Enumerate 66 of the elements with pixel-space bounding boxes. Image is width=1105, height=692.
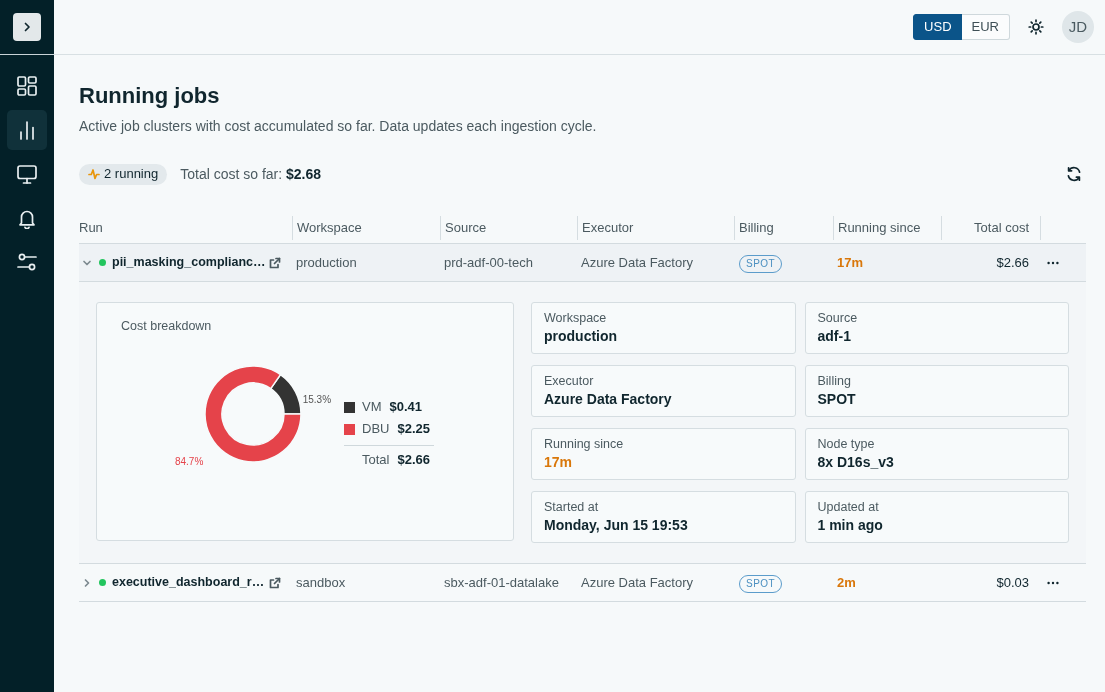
table-cell-text: sbx-adf-01-datalake	[443, 573, 560, 592]
total-value: $2.66	[397, 451, 430, 470]
column-header: Executor	[577, 215, 734, 240]
dashboard-icon	[16, 75, 38, 97]
running-count: 2 running	[104, 165, 159, 184]
table-cell-text: Azure Data Factory	[580, 253, 694, 272]
detail-value: Azure Data Factory	[544, 390, 673, 409]
legend-value: $0.41	[389, 398, 423, 417]
total-cost-text: Total cost so far: $2.68	[180, 164, 322, 184]
detail-label: Billing	[817, 374, 852, 389]
cost-value: $2.66	[995, 253, 1030, 272]
sidebar-toggle-button[interactable]	[13, 13, 41, 41]
detail-label: Updated at	[817, 500, 880, 515]
total-label: Total	[362, 451, 390, 470]
nav-button[interactable]	[7, 110, 47, 150]
currency-button[interactable]: EUR	[961, 14, 1010, 40]
detail-value: production	[544, 327, 619, 346]
percent-label: 15.3%	[302, 394, 332, 406]
legend-label: DBU	[362, 420, 390, 439]
detail-value: 17m	[544, 453, 574, 472]
table-row[interactable]: executive_dashboard_r… sandbox sbx-adf-01-datalake Azure Data Factory SPOT 2m $0.03	[79, 564, 1086, 602]
cost-value: $0.03	[995, 573, 1030, 592]
user-avatar[interactable]: JD	[1062, 11, 1094, 43]
external-link-icon[interactable]	[269, 256, 281, 269]
column-header: Total cost	[941, 215, 1040, 240]
chart-title: Cost breakdown	[121, 318, 213, 334]
page-subtitle: Active job clusters with cost accumulated so far. Data updates each ingestion cycle.	[79, 117, 598, 136]
monitor-icon	[16, 163, 38, 185]
currency-button[interactable]: USD	[913, 14, 963, 40]
column-header: Running since	[833, 215, 941, 240]
detail-value: adf-1	[817, 327, 852, 346]
run-name[interactable]: executive_dashboard_r…	[112, 573, 265, 592]
page-title: Running jobs	[79, 82, 221, 110]
column-header: Run	[79, 218, 104, 237]
detail-label: Node type	[817, 437, 876, 452]
detail-label: Running since	[544, 437, 625, 452]
chevron-right-icon	[82, 577, 92, 588]
detail-value: Monday, Jun 15 19:53	[544, 516, 689, 535]
column-header: Workspace	[292, 215, 440, 240]
detail-label: Workspace	[544, 311, 608, 326]
table-cell-text: sandbox	[295, 573, 347, 592]
table-cell-text: production	[295, 253, 358, 272]
detail-value: 1 min ago	[817, 516, 884, 535]
detail-label: Executor	[544, 374, 595, 389]
sliders-icon	[16, 251, 38, 273]
pulse-icon	[88, 168, 100, 180]
detail-value: SPOT	[817, 390, 857, 409]
column-header: Source	[440, 215, 577, 240]
legend-label: VM	[362, 398, 382, 417]
table-cell-text: Azure Data Factory	[580, 573, 694, 592]
more-icon	[1047, 260, 1059, 265]
more-icon	[1047, 580, 1059, 585]
table-cell-text: prd-adf-00-tech	[443, 253, 534, 272]
legend-value: $2.25	[397, 420, 430, 439]
detail-label: Source	[817, 311, 859, 326]
refresh-icon	[1066, 166, 1082, 182]
percent-label: 84.7%	[174, 455, 204, 467]
detail-value: 8x D16s_v3	[817, 453, 895, 472]
external-link-icon[interactable]	[269, 576, 281, 589]
run-name[interactable]: pii_masking_complianc…	[112, 253, 266, 272]
running-time: 17m	[836, 253, 865, 272]
column-header: Billing	[734, 215, 833, 240]
table-row[interactable]: pii_masking_complianc… production prd-adf-00-tech Azure Data Factory SPOT 17m $2.66	[79, 244, 1086, 282]
running-time: 2m	[836, 573, 857, 592]
sun-icon	[1028, 19, 1044, 35]
detail-label: Started at	[544, 500, 600, 515]
